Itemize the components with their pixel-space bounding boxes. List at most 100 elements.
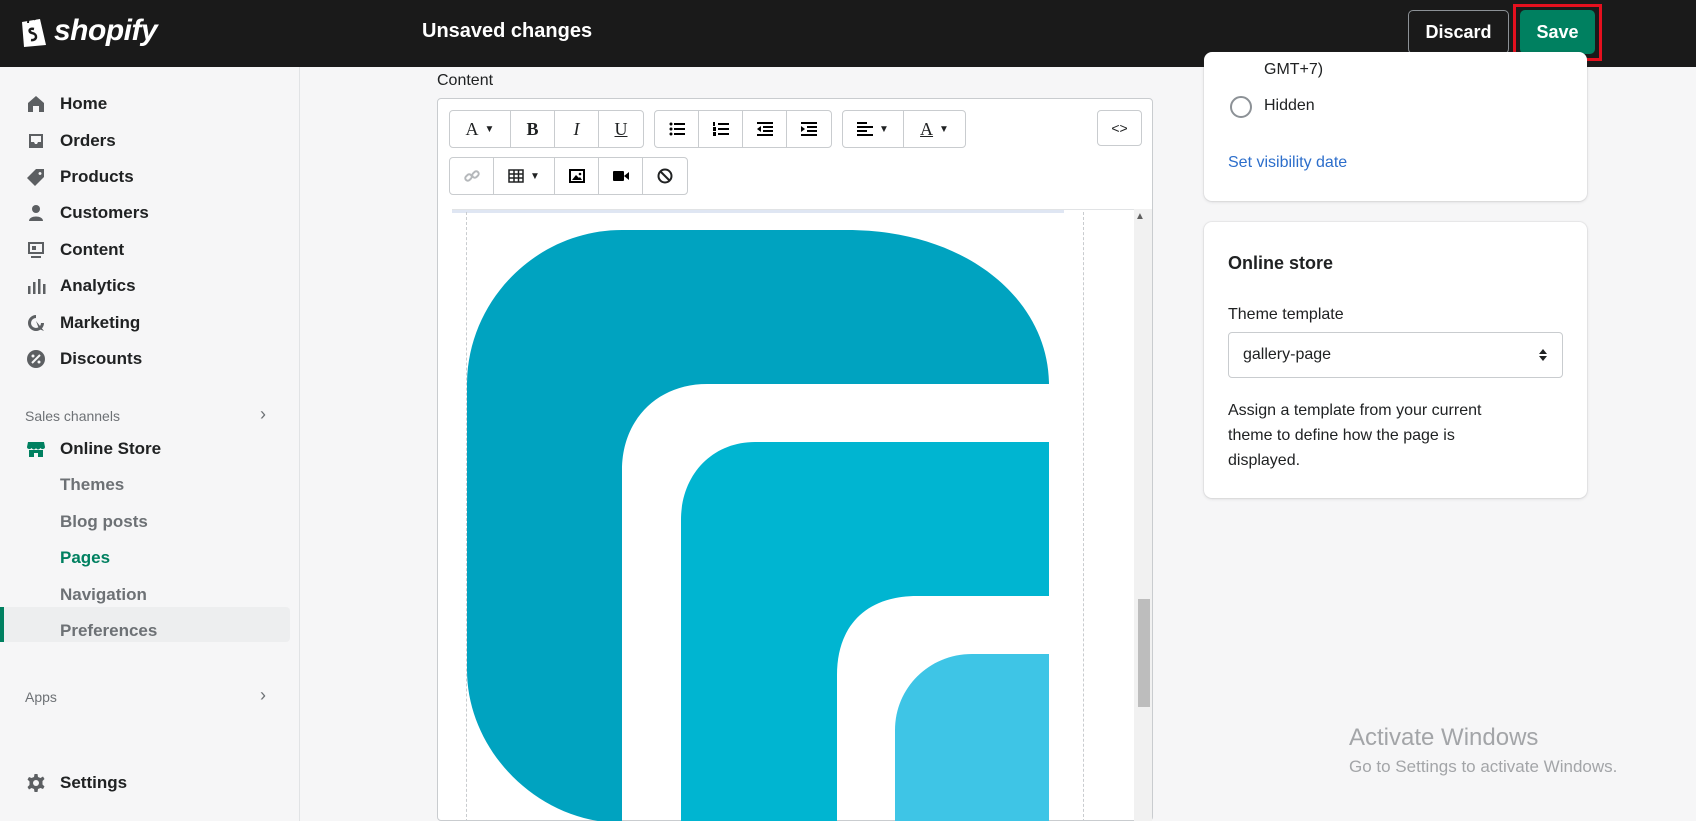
clear-formatting-button[interactable] (643, 158, 687, 194)
theme-template-label: Theme template (1228, 306, 1344, 323)
sidebar-item-content[interactable]: Content (26, 240, 124, 260)
bullet-list-icon (669, 122, 685, 136)
home-icon (28, 96, 44, 112)
sales-channels-label: Sales channels (25, 408, 120, 424)
bold-button[interactable]: B (511, 111, 555, 147)
visibility-partial-text: GMT+7) (1264, 61, 1324, 78)
help-line: Assign a template from your current (1228, 402, 1482, 419)
numbered-list-icon (712, 122, 729, 136)
sidebar-item-label: Products (60, 167, 134, 186)
bullet-list-button[interactable] (655, 111, 699, 147)
sidebar-item-label: Home (60, 94, 108, 113)
insert-group: ▼ (449, 157, 688, 195)
theme-template-value: gallery-page (1243, 346, 1332, 363)
store-icon (27, 442, 45, 457)
sidebar-item-label: Customers (60, 203, 149, 222)
unsaved-changes-title: Unsaved changes (422, 20, 593, 42)
video-camera-icon (612, 171, 629, 181)
numbered-list-button[interactable] (699, 111, 743, 147)
sidebar-item-label: Marketing (60, 313, 141, 332)
sidebar-item-label: Online Store (60, 439, 162, 458)
text-format-group: A ▼ B I U (449, 110, 644, 148)
sidebar-item-label: Content (60, 240, 125, 259)
insert-image-button[interactable] (555, 158, 599, 194)
help-line: theme to define how the page is (1228, 427, 1455, 444)
hidden-label: Hidden (1264, 97, 1315, 114)
discount-icon (27, 350, 45, 368)
link-icon (463, 170, 480, 182)
save-button[interactable]: Save (1520, 10, 1595, 54)
sidebar-item-label: Discounts (60, 349, 143, 368)
indent-button[interactable] (787, 111, 831, 147)
content-label: Content (437, 72, 494, 89)
sidebar-item-online-store[interactable]: Online Store (26, 439, 161, 459)
indent-icon (801, 122, 817, 136)
rich-text-editor: A ▼ B I U ▼ A ▼ <> ▼ ▲ (437, 98, 1153, 821)
hidden-radio[interactable] (1230, 96, 1252, 118)
content-icon (28, 242, 44, 258)
scroll-up-arrow-icon[interactable]: ▲ (1135, 211, 1145, 222)
sidebar-item-customers[interactable]: Customers (26, 203, 149, 223)
editor-body[interactable] (452, 209, 1140, 821)
apps-label: Apps (25, 689, 57, 705)
activate-windows-title: Activate Windows (1349, 724, 1539, 751)
sidebar-item-discounts[interactable]: Discounts (26, 349, 142, 369)
align-dropdown[interactable]: ▼ (843, 111, 904, 147)
editor-toolbar-row-1: A ▼ B I U ▼ A ▼ (449, 110, 976, 148)
sidebar-item-marketing[interactable]: Marketing (26, 313, 140, 333)
text-color-dropdown[interactable]: A ▼ (904, 111, 965, 147)
gear-icon (27, 774, 45, 792)
online-store-card: Online store Theme template gallery-page… (1204, 222, 1587, 498)
sidebar-subitem-navigation[interactable]: Navigation (60, 585, 147, 605)
theme-template-select[interactable]: gallery-page (1228, 332, 1563, 378)
image-icon (568, 169, 585, 183)
font-style-dropdown[interactable]: A ▼ (450, 111, 511, 147)
activate-windows-subtitle: Go to Settings to activate Windows. (1349, 757, 1618, 776)
sidebar-subitem-preferences[interactable]: Preferences (60, 621, 157, 641)
align-left-icon (857, 122, 874, 136)
insert-video-button[interactable] (599, 158, 643, 194)
embedded-logo-image[interactable] (467, 230, 1053, 821)
marketing-icon (28, 315, 44, 331)
underline-button[interactable]: U (599, 111, 643, 147)
sidebar-item-label: Settings (60, 773, 128, 792)
set-visibility-date-link[interactable]: Set visibility date (1228, 154, 1347, 172)
table-icon (508, 169, 524, 183)
sidebar-item-settings[interactable]: Settings (26, 773, 127, 793)
align-color-group: ▼ A ▼ (842, 110, 966, 148)
visibility-card: GMT+7) Hidden Set visibility date (1204, 52, 1587, 201)
sidebar-item-products[interactable]: Products (26, 167, 134, 187)
select-arrows-icon (1539, 349, 1547, 361)
online-store-title: Online store (1228, 253, 1334, 273)
outdent-button[interactable] (743, 111, 787, 147)
sidebar-item-analytics[interactable]: Analytics (26, 276, 136, 296)
sidebar: Home Orders Products Customers Content A… (0, 67, 300, 821)
help-line: displayed. (1228, 452, 1301, 469)
editor-scrollbar[interactable] (1134, 209, 1152, 821)
sidebar-item-label: Orders (60, 131, 116, 150)
sidebar-subitem-blog-posts[interactable]: Blog posts (60, 512, 148, 532)
html-view-button[interactable]: <> (1097, 110, 1142, 146)
italic-button[interactable]: I (555, 111, 599, 147)
orders-icon (29, 134, 43, 148)
sales-channels-chevron-icon[interactable]: › (260, 404, 266, 425)
sidebar-subitem-themes[interactable]: Themes (60, 475, 124, 495)
editor-toolbar-row-2: ▼ (449, 157, 698, 195)
analytics-icon (28, 279, 46, 294)
active-item-indicator (0, 607, 4, 642)
brand-name: shopify (54, 14, 158, 47)
sidebar-item-home[interactable]: Home (26, 94, 107, 114)
shopify-logo[interactable]: shopify (18, 14, 158, 48)
editor-scrollbar-thumb[interactable] (1138, 599, 1150, 707)
link-button[interactable] (450, 158, 494, 194)
block-icon (657, 168, 673, 184)
sidebar-item-label: Analytics (60, 276, 136, 295)
shopify-bag-icon (22, 16, 46, 47)
table-dropdown[interactable]: ▼ (494, 158, 555, 194)
sidebar-item-orders[interactable]: Orders (26, 131, 116, 151)
outdent-icon (756, 122, 773, 136)
discard-button[interactable]: Discard (1408, 10, 1509, 54)
person-icon (29, 205, 43, 221)
apps-chevron-icon[interactable]: › (260, 685, 266, 706)
sidebar-subitem-pages[interactable]: Pages (60, 548, 110, 568)
